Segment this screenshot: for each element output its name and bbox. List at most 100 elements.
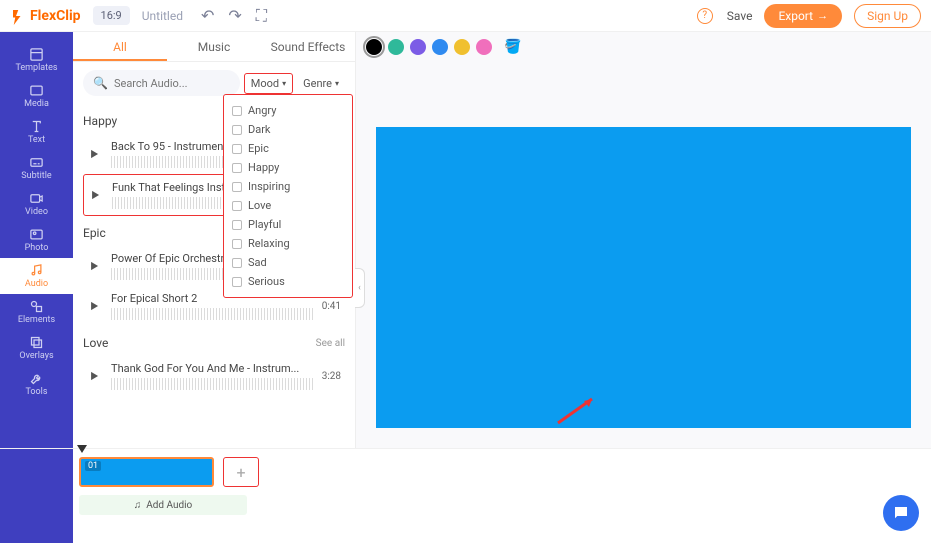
mood-option[interactable]: Dark [232, 120, 344, 139]
fill-tool-icon[interactable]: 🪣 [504, 39, 521, 55]
checkbox[interactable] [232, 220, 242, 230]
aspect-ratio-badge[interactable]: 16:9 [93, 6, 130, 25]
color-swatch-row: 🪣 [356, 32, 931, 62]
play-icon[interactable] [87, 259, 101, 273]
mood-option[interactable]: Playful [232, 215, 344, 234]
sidebar-item-audio[interactable]: Audio [0, 258, 73, 294]
checkbox[interactable] [232, 258, 242, 268]
sidebar-item-elements[interactable]: Elements [0, 294, 73, 330]
color-swatch[interactable] [432, 39, 448, 55]
search-input[interactable] [114, 77, 230, 90]
chat-icon [892, 504, 910, 522]
genre-filter[interactable]: Genre ▾ [297, 74, 345, 93]
mood-text: Angry [248, 104, 276, 117]
color-swatch[interactable] [454, 39, 470, 55]
mood-text: Inspiring [248, 180, 290, 193]
add-audio-button[interactable]: ♫ Add Audio [79, 495, 247, 515]
redo-icon[interactable]: ↷ [228, 6, 241, 25]
search-box[interactable]: 🔍 [83, 70, 240, 96]
mood-option[interactable]: Serious [232, 272, 344, 291]
checkbox[interactable] [232, 125, 242, 135]
sidebar-label: Text [28, 135, 45, 145]
mood-dropdown[interactable]: Angry Dark Epic Happy Inspiring Love Playful Re… [223, 94, 353, 298]
signup-button[interactable]: Sign Up [854, 4, 921, 28]
sidebar-item-photo[interactable]: Photo [0, 222, 73, 258]
play-icon[interactable] [87, 369, 101, 383]
section-title: Happy [83, 114, 117, 128]
mood-text: Playful [248, 218, 281, 231]
mood-text: Sad [248, 256, 267, 269]
audio-track[interactable]: Thank God For You And Me - Instrum... 3:… [83, 356, 345, 396]
color-swatch[interactable] [476, 39, 492, 55]
help-icon[interactable]: ? [697, 8, 713, 24]
checkbox[interactable] [232, 163, 242, 173]
checkbox[interactable] [232, 144, 242, 154]
brand-logo[interactable]: FlexClip [10, 7, 81, 25]
mood-text: Love [248, 199, 271, 212]
sidebar-item-subtitle[interactable]: Subtitle [0, 150, 73, 186]
export-label: Export [778, 9, 813, 23]
tab-sfx[interactable]: Sound Effects [261, 32, 355, 61]
play-icon[interactable] [87, 147, 101, 161]
undo-icon[interactable]: ↶ [201, 6, 214, 25]
checkbox[interactable] [232, 106, 242, 116]
see-all-link[interactable]: See all [316, 338, 345, 349]
media-icon [29, 83, 44, 98]
color-swatch[interactable] [410, 39, 426, 55]
mood-text: Serious [248, 275, 285, 288]
sidebar-label: Photo [25, 243, 49, 253]
color-swatch[interactable] [366, 39, 382, 55]
waveform [111, 308, 314, 320]
checkbox[interactable] [232, 277, 242, 287]
canvas[interactable] [376, 127, 911, 428]
section-title: Epic [83, 226, 106, 240]
fullscreen-icon[interactable]: ⛶ [256, 6, 267, 26]
sidebar-item-overlays[interactable]: Overlays [0, 330, 73, 366]
sidebar-item-templates[interactable]: Templates [0, 42, 73, 78]
mood-filter[interactable]: Mood ▾ [244, 73, 293, 94]
timeline-gutter [0, 449, 73, 543]
scene-clip[interactable]: 01 [79, 457, 214, 487]
export-button[interactable]: Export → [764, 4, 842, 28]
overlays-icon [29, 335, 44, 350]
mood-text: Dark [248, 123, 271, 136]
play-icon[interactable] [88, 188, 102, 202]
sidebar-item-tools[interactable]: Tools [0, 366, 73, 402]
sidebar-label: Templates [15, 63, 57, 73]
mood-option[interactable]: Sad [232, 253, 344, 272]
play-icon[interactable] [87, 299, 101, 313]
mood-label: Mood [251, 77, 279, 90]
checkbox[interactable] [232, 239, 242, 249]
mood-option[interactable]: Inspiring [232, 177, 344, 196]
playhead[interactable] [77, 445, 87, 453]
timeline-track-area[interactable]: 01 + ♫ Add Audio [73, 449, 931, 543]
mood-text: Relaxing [248, 237, 290, 250]
waveform [111, 378, 314, 390]
add-audio-label: Add Audio [146, 500, 192, 511]
tools-icon [29, 371, 44, 386]
document-title[interactable]: Untitled [142, 9, 183, 23]
logo-icon [10, 7, 28, 25]
mood-option[interactable]: Happy [232, 158, 344, 177]
mood-option[interactable]: Love [232, 196, 344, 215]
checkbox[interactable] [232, 182, 242, 192]
audio-icon [29, 263, 44, 278]
brand-text: FlexClip [30, 8, 81, 24]
sidebar-item-media[interactable]: Media [0, 78, 73, 114]
tab-all[interactable]: All [73, 32, 167, 61]
sidebar-label: Video [25, 207, 48, 217]
color-swatch[interactable] [388, 39, 404, 55]
checkbox[interactable] [232, 201, 242, 211]
save-button[interactable]: Save [727, 9, 753, 23]
sidebar-label: Tools [25, 387, 47, 397]
track-title: Thank God For You And Me - Instrum... [111, 362, 314, 375]
sidebar-item-video[interactable]: Video [0, 186, 73, 222]
mood-text: Epic [248, 142, 269, 155]
sidebar-item-text[interactable]: Text [0, 114, 73, 150]
add-scene-button[interactable]: + [223, 457, 259, 487]
chat-button[interactable] [883, 495, 919, 531]
tab-music[interactable]: Music [167, 32, 261, 61]
mood-option[interactable]: Epic [232, 139, 344, 158]
mood-option[interactable]: Relaxing [232, 234, 344, 253]
mood-option[interactable]: Angry [232, 101, 344, 120]
